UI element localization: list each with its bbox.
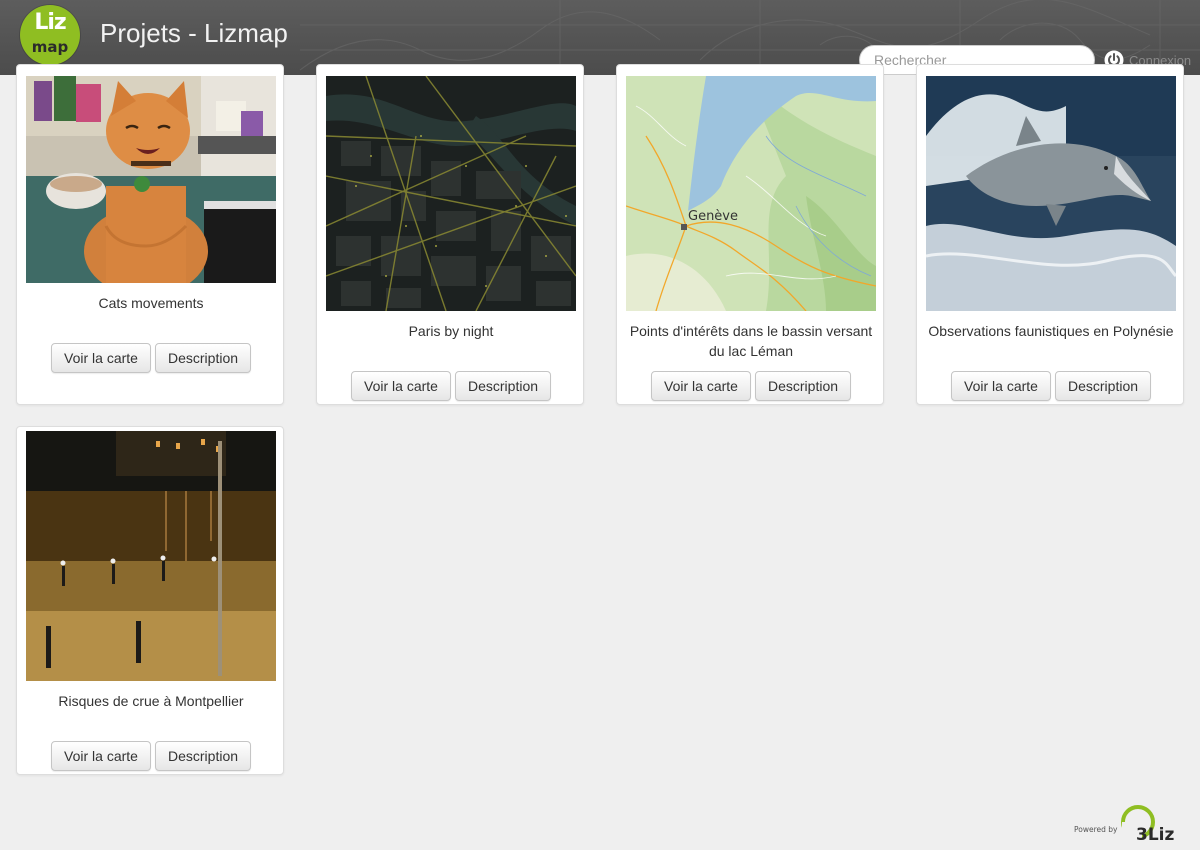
description-button[interactable]: Description — [455, 371, 551, 401]
description-button[interactable]: Description — [1055, 371, 1151, 401]
project-thumbnail[interactable] — [26, 431, 276, 681]
logo-text-bottom: map — [31, 38, 69, 56]
project-title: Observations faunistiques en Polynésie — [928, 323, 1174, 339]
flooded-street-night-photo — [26, 431, 276, 681]
description-button[interactable]: Description — [155, 741, 251, 771]
description-button[interactable]: Description — [755, 371, 851, 401]
project-card-cats: Cats movements Voir la carte Description — [16, 64, 284, 405]
project-title: Paris by night — [408, 323, 494, 339]
description-button[interactable]: Description — [155, 343, 251, 373]
powered-by-label: Powered by — [1074, 825, 1118, 834]
brand-label: 3Liz — [1136, 825, 1174, 844]
logo-text-top: Liz — [34, 10, 66, 35]
view-map-button[interactable]: Voir la carte — [51, 741, 151, 771]
project-thumbnail[interactable] — [326, 76, 576, 311]
project-card-montpellier: Risques de crue à Montpellier Voir la ca… — [16, 426, 284, 775]
orange-cat-photo — [26, 76, 276, 283]
paris-night-map — [326, 76, 576, 311]
map-city-label: Genève — [688, 209, 738, 224]
project-title: Points d'intérêts dans le bassin versant… — [629, 323, 873, 359]
geneva-lake-map: Genève — [626, 76, 876, 311]
project-thumbnail[interactable]: Genève — [626, 76, 876, 311]
powered-by-3liz[interactable]: Powered by 3Liz — [1074, 804, 1190, 845]
view-map-button[interactable]: Voir la carte — [51, 343, 151, 373]
project-thumbnail[interactable] — [26, 76, 276, 283]
view-map-button[interactable]: Voir la carte — [351, 371, 451, 401]
3liz-logo: Powered by 3Liz — [1074, 805, 1174, 845]
page-title: Projets - Lizmap — [100, 18, 288, 48]
view-map-button[interactable]: Voir la carte — [951, 371, 1051, 401]
dolphin-photo — [926, 76, 1176, 311]
project-card-leman: Genève Points d'intérêts dans le bassin … — [616, 64, 884, 405]
project-thumbnail[interactable] — [926, 76, 1176, 311]
project-card-paris: Paris by night Voir la carte Description — [316, 64, 584, 405]
project-card-polynesie: Observations faunistiques en Polynésie V… — [916, 64, 1184, 405]
project-title: Risques de crue à Montpellier — [58, 693, 244, 709]
lizmap-logo[interactable]: Liz map — [20, 5, 80, 65]
view-map-button[interactable]: Voir la carte — [651, 371, 751, 401]
project-title: Cats movements — [98, 295, 204, 311]
